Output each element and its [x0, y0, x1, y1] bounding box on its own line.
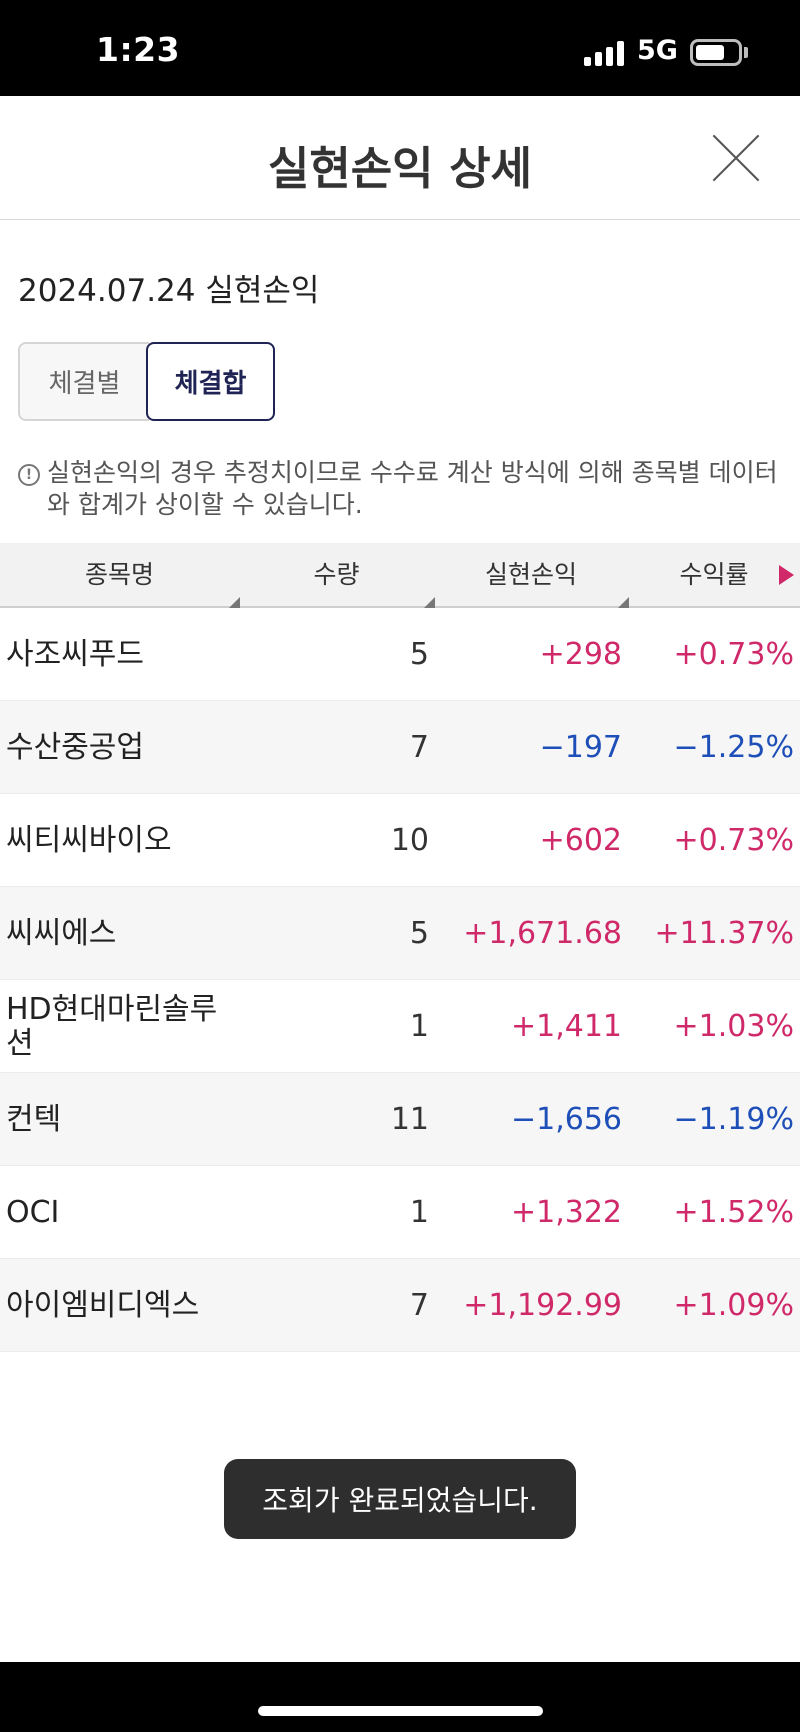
- stock-name: 수산중공업: [6, 729, 144, 765]
- home-indicator[interactable]: [258, 1706, 543, 1716]
- realized-pnl-table: 종목명 수량 실현손익 수익률 사조씨푸드 5 +298 +0.73% 수산중공업 7 −1…: [0, 543, 800, 1352]
- quantity: 7: [409, 1288, 429, 1323]
- table-row[interactable]: 씨씨에스 5 +1,671.68 +11.37%: [0, 887, 800, 980]
- close-icon[interactable]: [710, 132, 762, 184]
- return-rate: +0.73%: [673, 823, 794, 858]
- notice-text: 실현손익의 경우 추정치이므로 수수료 계산 방식에 의해 종목별 데이터와 합…: [47, 458, 778, 519]
- battery-icon: [690, 39, 742, 66]
- realized-pnl: +298: [539, 637, 622, 672]
- info-icon: !: [18, 464, 40, 486]
- page-title: 실현손익 상세: [267, 142, 533, 195]
- toast-message: 조회가 완료되었습니다.: [224, 1459, 576, 1539]
- column-header-rate[interactable]: 수익률: [628, 543, 800, 606]
- tab-execution-sum[interactable]: 체결합: [146, 342, 275, 421]
- modal-header: 실현손익 상세: [0, 96, 800, 220]
- table-header: 종목명 수량 실현손익 수익률: [0, 543, 800, 608]
- quantity: 11: [390, 1102, 429, 1137]
- tab-by-execution[interactable]: 체결별: [18, 342, 149, 421]
- sort-corner-icon: [424, 597, 435, 608]
- stock-name: OCI: [6, 1194, 60, 1230]
- stock-name: 사조씨푸드: [6, 636, 144, 672]
- column-header-qty[interactable]: 수량: [239, 543, 434, 606]
- return-rate: +1.03%: [673, 1009, 794, 1044]
- stock-name: 컨텍: [6, 1101, 62, 1137]
- table-row[interactable]: 사조씨푸드 5 +298 +0.73%: [0, 608, 800, 701]
- quantity: 5: [409, 637, 429, 672]
- realized-pnl: −197: [539, 730, 622, 765]
- realized-pnl: +1,322: [510, 1195, 622, 1230]
- bottom-bar: [0, 1662, 800, 1732]
- stock-name: HD현대마린솔루션: [6, 991, 218, 1061]
- table-row[interactable]: OCI 1 +1,322 +1.52%: [0, 1166, 800, 1259]
- return-rate: +0.73%: [673, 637, 794, 672]
- date-title: 2024.07.24 실현손익: [18, 273, 320, 309]
- quantity: 7: [409, 730, 429, 765]
- table-row[interactable]: 컨텍 11 −1,656 −1.19%: [0, 1073, 800, 1166]
- return-rate: −1.25%: [673, 730, 794, 765]
- table-row[interactable]: 수산중공업 7 −197 −1.25%: [0, 701, 800, 794]
- signal-icon: [584, 40, 626, 66]
- return-rate: +11.37%: [654, 916, 794, 951]
- realized-pnl: +1,671.68: [463, 916, 622, 951]
- table-row[interactable]: 씨티씨바이오 10 +602 +0.73%: [0, 794, 800, 887]
- table-row[interactable]: 아이엠비디엑스 7 +1,192.99 +1.09%: [0, 1259, 800, 1352]
- status-time: 1:23: [96, 30, 181, 69]
- return-rate: +1.09%: [673, 1288, 794, 1323]
- stock-name: 씨티씨바이오: [6, 822, 172, 858]
- network-label: 5G: [637, 35, 678, 66]
- sort-corner-icon: [229, 597, 240, 608]
- view-mode-toggle: 체결별 체결합: [18, 342, 275, 421]
- scroll-right-arrow-icon[interactable]: [779, 565, 794, 585]
- quantity: 5: [409, 916, 429, 951]
- battery-tip: [744, 47, 748, 58]
- return-rate: −1.19%: [673, 1102, 794, 1137]
- stock-name: 아이엠비디엑스: [6, 1287, 200, 1323]
- return-rate: +1.52%: [673, 1195, 794, 1230]
- table-body: 사조씨푸드 5 +298 +0.73% 수산중공업 7 −197 −1.25% 씨티씨바이오 10…: [0, 608, 800, 1352]
- quantity: 1: [409, 1195, 429, 1230]
- quantity: 10: [390, 823, 429, 858]
- table-row[interactable]: HD현대마린솔루션 1 +1,411 +1.03%: [0, 980, 800, 1073]
- realized-pnl: +602: [539, 823, 622, 858]
- status-bar: 1:23 5G: [0, 0, 800, 96]
- realized-pnl: +1,192.99: [463, 1288, 622, 1323]
- stock-name: 씨씨에스: [6, 915, 117, 951]
- column-header-name[interactable]: 종목명: [0, 543, 239, 606]
- column-header-pnl[interactable]: 실현손익: [434, 543, 628, 606]
- quantity: 1: [409, 1009, 429, 1044]
- realized-pnl: −1,656: [510, 1102, 622, 1137]
- sort-corner-icon: [618, 597, 629, 608]
- realized-pnl: +1,411: [510, 1009, 622, 1044]
